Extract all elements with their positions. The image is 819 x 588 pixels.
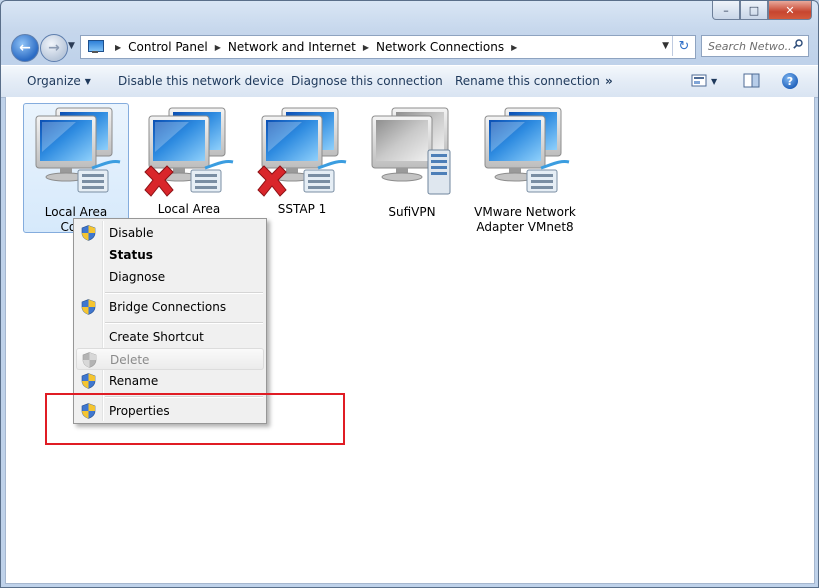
menu-item-delete[interactable]: Delete bbox=[76, 348, 264, 370]
organize-label: Organize bbox=[27, 74, 81, 88]
connection-item-local-area-1[interactable]: Local Area Conn bbox=[23, 103, 129, 234]
menu-item-label: Bridge Connections bbox=[109, 300, 227, 314]
breadcrumb-control-panel[interactable]: Control Panel bbox=[127, 40, 209, 54]
close-button[interactable]: ✕ bbox=[768, 1, 812, 20]
view-dropdown-icon[interactable]: ▼ bbox=[711, 77, 717, 86]
menu-item-status[interactable]: Status bbox=[76, 244, 264, 266]
address-dropdown-icon[interactable]: ▼ bbox=[662, 41, 669, 51]
arrow-right-icon: → bbox=[48, 40, 60, 56]
menu-item-disable[interactable]: Disable bbox=[76, 222, 264, 244]
annotation-highlight-box bbox=[45, 393, 345, 445]
menu-item-label: Rename bbox=[109, 374, 159, 388]
breadcrumb-chevron-icon[interactable]: ▶ bbox=[363, 43, 369, 52]
search-box bbox=[701, 35, 809, 57]
address-bar[interactable]: ▶ Control Panel ▶ Network and Internet ▶… bbox=[80, 35, 696, 59]
change-view-icon[interactable] bbox=[691, 73, 709, 89]
vpn-connection-icon bbox=[362, 104, 462, 202]
network-folder-icon bbox=[87, 40, 105, 54]
connection-item-sstap-1[interactable]: SSTAP 1 bbox=[250, 104, 354, 217]
disconnected-x-icon bbox=[252, 162, 292, 202]
menu-separator bbox=[105, 292, 263, 294]
connection-name-line2: Adapter VMnet8 bbox=[476, 220, 574, 234]
menu-item-label: Create Shortcut bbox=[109, 330, 204, 344]
menu-item-rename[interactable]: Rename bbox=[76, 370, 264, 392]
search-input[interactable] bbox=[708, 39, 790, 53]
breadcrumb-chevron-icon[interactable]: ▶ bbox=[115, 43, 121, 52]
breadcrumb-network-and-internet[interactable]: Network and Internet bbox=[227, 40, 357, 54]
network-adapter-icon bbox=[26, 104, 126, 202]
refresh-button[interactable]: ↻ bbox=[672, 36, 695, 56]
connection-item-sufivpn[interactable]: SufiVPN bbox=[360, 104, 464, 220]
organize-menu[interactable]: Organize ▼ bbox=[27, 74, 91, 88]
arrow-left-icon: ← bbox=[19, 40, 31, 56]
uac-shield-icon bbox=[82, 352, 97, 368]
uac-shield-icon bbox=[81, 225, 96, 241]
search-icon[interactable] bbox=[793, 39, 803, 49]
help-icon[interactable]: ? bbox=[782, 73, 798, 89]
recent-pages-dropdown-icon[interactable]: ▼ bbox=[68, 41, 75, 51]
navigation-bar: ← → ▼ ▶ Control Panel ▶ Network and Inte… bbox=[9, 33, 811, 62]
network-adapter-icon bbox=[475, 104, 575, 202]
menu-item-label: Diagnose bbox=[109, 270, 166, 284]
connection-name: VMware Network bbox=[474, 205, 576, 219]
maximize-button[interactable]: □ bbox=[740, 1, 768, 20]
connection-item-local-area-2[interactable]: Local Area bbox=[137, 104, 241, 217]
command-bar: Organize ▼ Disable this network device Di… bbox=[1, 65, 818, 98]
connection-item-vmware-vmnet8[interactable]: VMware Network Adapter VMnet8 bbox=[473, 104, 577, 235]
forward-button[interactable]: → bbox=[40, 34, 68, 62]
chevron-down-icon: ▼ bbox=[84, 77, 91, 86]
menu-separator bbox=[105, 322, 263, 324]
preview-pane-icon[interactable] bbox=[743, 73, 761, 89]
menu-item-create-shortcut[interactable]: Create Shortcut bbox=[76, 326, 264, 348]
connection-name: Local Area bbox=[157, 202, 221, 216]
connection-name: SSTAP 1 bbox=[277, 202, 327, 216]
disable-device-button[interactable]: Disable this network device bbox=[118, 74, 284, 88]
menu-item-diagnose[interactable]: Diagnose bbox=[76, 266, 264, 288]
uac-shield-icon bbox=[81, 299, 96, 315]
caption-buttons: – □ ✕ bbox=[712, 1, 812, 20]
breadcrumb-chevron-icon[interactable]: ▶ bbox=[511, 43, 517, 52]
uac-shield-icon bbox=[81, 373, 96, 389]
connection-name: SufiVPN bbox=[388, 205, 436, 219]
refresh-icon: ↻ bbox=[678, 38, 690, 54]
minimize-button[interactable]: – bbox=[712, 1, 740, 20]
breadcrumb-chevron-icon[interactable]: ▶ bbox=[215, 43, 221, 52]
menu-item-label: Delete bbox=[110, 353, 150, 367]
back-button[interactable]: ← bbox=[11, 34, 39, 62]
menu-item-label: Disable bbox=[109, 226, 154, 240]
disconnected-x-icon bbox=[139, 162, 179, 202]
diagnose-connection-button[interactable]: Diagnose this connection bbox=[291, 74, 443, 88]
breadcrumb-network-connections[interactable]: Network Connections bbox=[375, 40, 505, 54]
rename-connection-button[interactable]: Rename this connection bbox=[455, 74, 600, 88]
more-commands-button[interactable]: » bbox=[605, 74, 613, 88]
explorer-window: – □ ✕ ← → ▼ ▶ Control Panel ▶ Network an… bbox=[0, 0, 819, 588]
menu-item-label: Status bbox=[109, 248, 153, 262]
menu-item-bridge-connections[interactable]: Bridge Connections bbox=[76, 296, 264, 318]
